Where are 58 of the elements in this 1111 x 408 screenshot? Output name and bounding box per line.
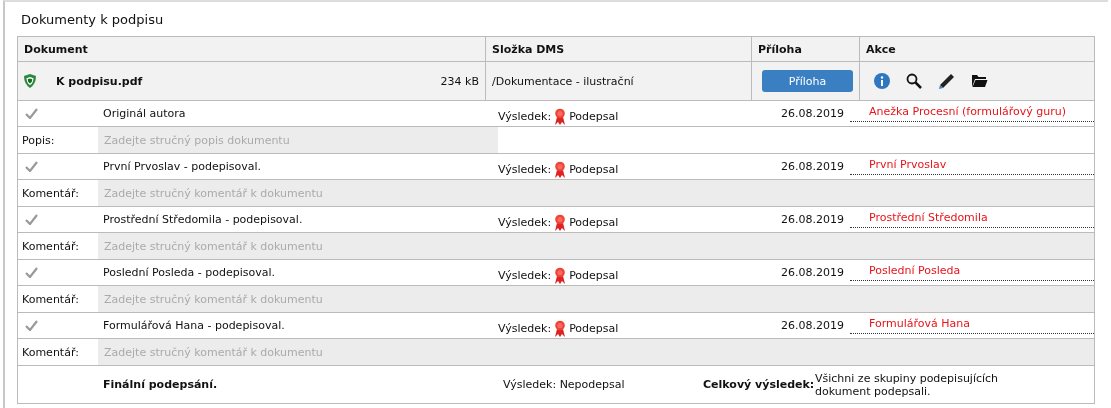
column-header: Složka DMS	[485, 37, 751, 61]
signing-date: 26.08.2019	[781, 266, 844, 279]
ribbon-icon	[554, 107, 567, 126]
shield-icon	[24, 74, 36, 88]
final-result: Výsledek: Nepodepsal	[503, 378, 625, 391]
file-size: 234 kB	[440, 74, 479, 88]
step-name: Formulářová Hana - podepisoval.	[103, 319, 285, 332]
folder-icon[interactable]	[971, 74, 988, 88]
pencil-icon[interactable]	[938, 72, 955, 90]
signing-date: 26.08.2019	[781, 107, 844, 120]
result-label: Výsledek:	[498, 163, 552, 176]
total-result-text: Všichni ze skupiny podepisujících dokument podepsali.	[815, 371, 1000, 398]
result-label: Výsledek:	[498, 110, 552, 123]
comment-field[interactable]: Zadejte stručný komentář k dokumentu	[98, 286, 1094, 312]
step-name: Poslední Posleda - podepisoval.	[103, 266, 275, 279]
ribbon-icon	[554, 319, 567, 338]
signing-date: 26.08.2019	[781, 160, 844, 173]
total-result-label: Celkový výsledek:	[703, 378, 815, 391]
ribbon-icon	[554, 266, 567, 285]
result-value: Podepsal	[569, 163, 619, 176]
signing-date: 26.08.2019	[781, 213, 844, 226]
ribbon-icon	[554, 160, 567, 179]
comment-field[interactable]: Zadejte stručný komentář k dokumentu	[98, 339, 1094, 365]
result-label: Výsledek:	[498, 322, 552, 335]
field-label: Komentář:	[22, 345, 79, 359]
signer-name: Anežka Procesní (formulářový guru)	[869, 104, 1066, 118]
step-name: Originál autora	[103, 107, 186, 120]
signer-name: První Prvoslav	[869, 157, 947, 171]
step-name: Finální podepsání.	[103, 378, 218, 391]
search-icon[interactable]	[906, 73, 922, 89]
file-name: K podpisu.pdf	[56, 74, 143, 88]
result-value: Podepsal	[569, 110, 619, 123]
column-header: Příloha	[751, 37, 859, 61]
signer-name: Formulářová Hana	[869, 316, 970, 330]
step-name: První Prvoslav - podepisoval.	[103, 160, 261, 173]
field-label: Komentář:	[22, 292, 79, 306]
result-value: Podepsal	[569, 269, 619, 282]
result-value: Podepsal	[569, 216, 619, 229]
result-label: Výsledek:	[498, 269, 552, 282]
attachment-button[interactable]: Příloha	[762, 70, 853, 92]
info-icon[interactable]	[874, 73, 890, 89]
section-title: Dokumenty k podpisu	[20, 11, 165, 29]
signing-date: 26.08.2019	[781, 319, 844, 332]
field-label: Komentář:	[22, 239, 79, 253]
folder-path: /Dokumentace - ilustrační	[492, 74, 634, 88]
column-header: Akce	[859, 37, 1094, 61]
signer-name: Prostřední Středomila	[869, 210, 988, 224]
comment-field[interactable]: Zadejte stručný komentář k dokumentu	[98, 180, 1094, 206]
result-value: Podepsal	[569, 322, 619, 335]
comment-field[interactable]: Zadejte stručný komentář k dokumentu	[98, 233, 1094, 259]
field-label: Komentář:	[22, 186, 79, 200]
comment-field[interactable]: Zadejte stručný popis dokumentu	[98, 127, 498, 153]
field-label: Popis:	[22, 133, 55, 147]
result-label: Výsledek:	[498, 216, 552, 229]
signer-name: Poslední Posleda	[869, 263, 961, 277]
column-header: Dokument	[23, 41, 89, 58]
ribbon-icon	[554, 213, 567, 232]
step-name: Prostřední Středomila - podepisoval.	[103, 213, 303, 226]
